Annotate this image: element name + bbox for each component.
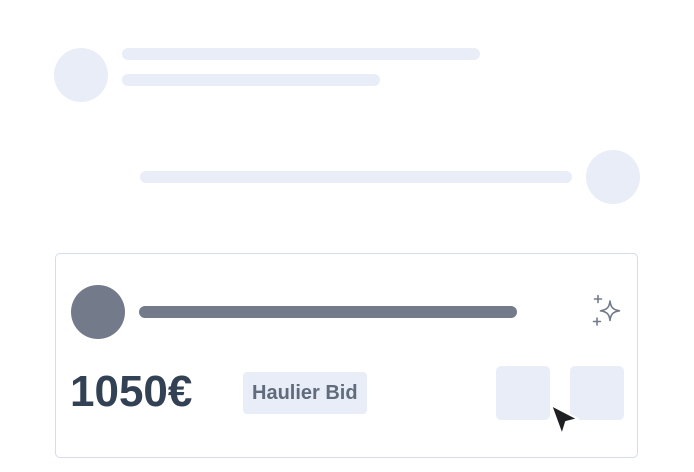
text-line-placeholder	[140, 171, 572, 183]
text-line-placeholder	[122, 74, 380, 86]
bid-type-badge: Haulier Bid	[243, 372, 367, 414]
bid-price: 1050€	[70, 367, 193, 416]
action-button-placeholder[interactable]	[496, 366, 550, 420]
text-line-placeholder	[122, 48, 480, 60]
avatar-placeholder	[586, 150, 640, 204]
avatar	[71, 285, 125, 339]
sparkles-icon[interactable]	[592, 294, 626, 328]
cursor-arrow-icon	[550, 404, 579, 436]
title-line-placeholder	[139, 306, 517, 318]
avatar-placeholder	[54, 48, 108, 102]
